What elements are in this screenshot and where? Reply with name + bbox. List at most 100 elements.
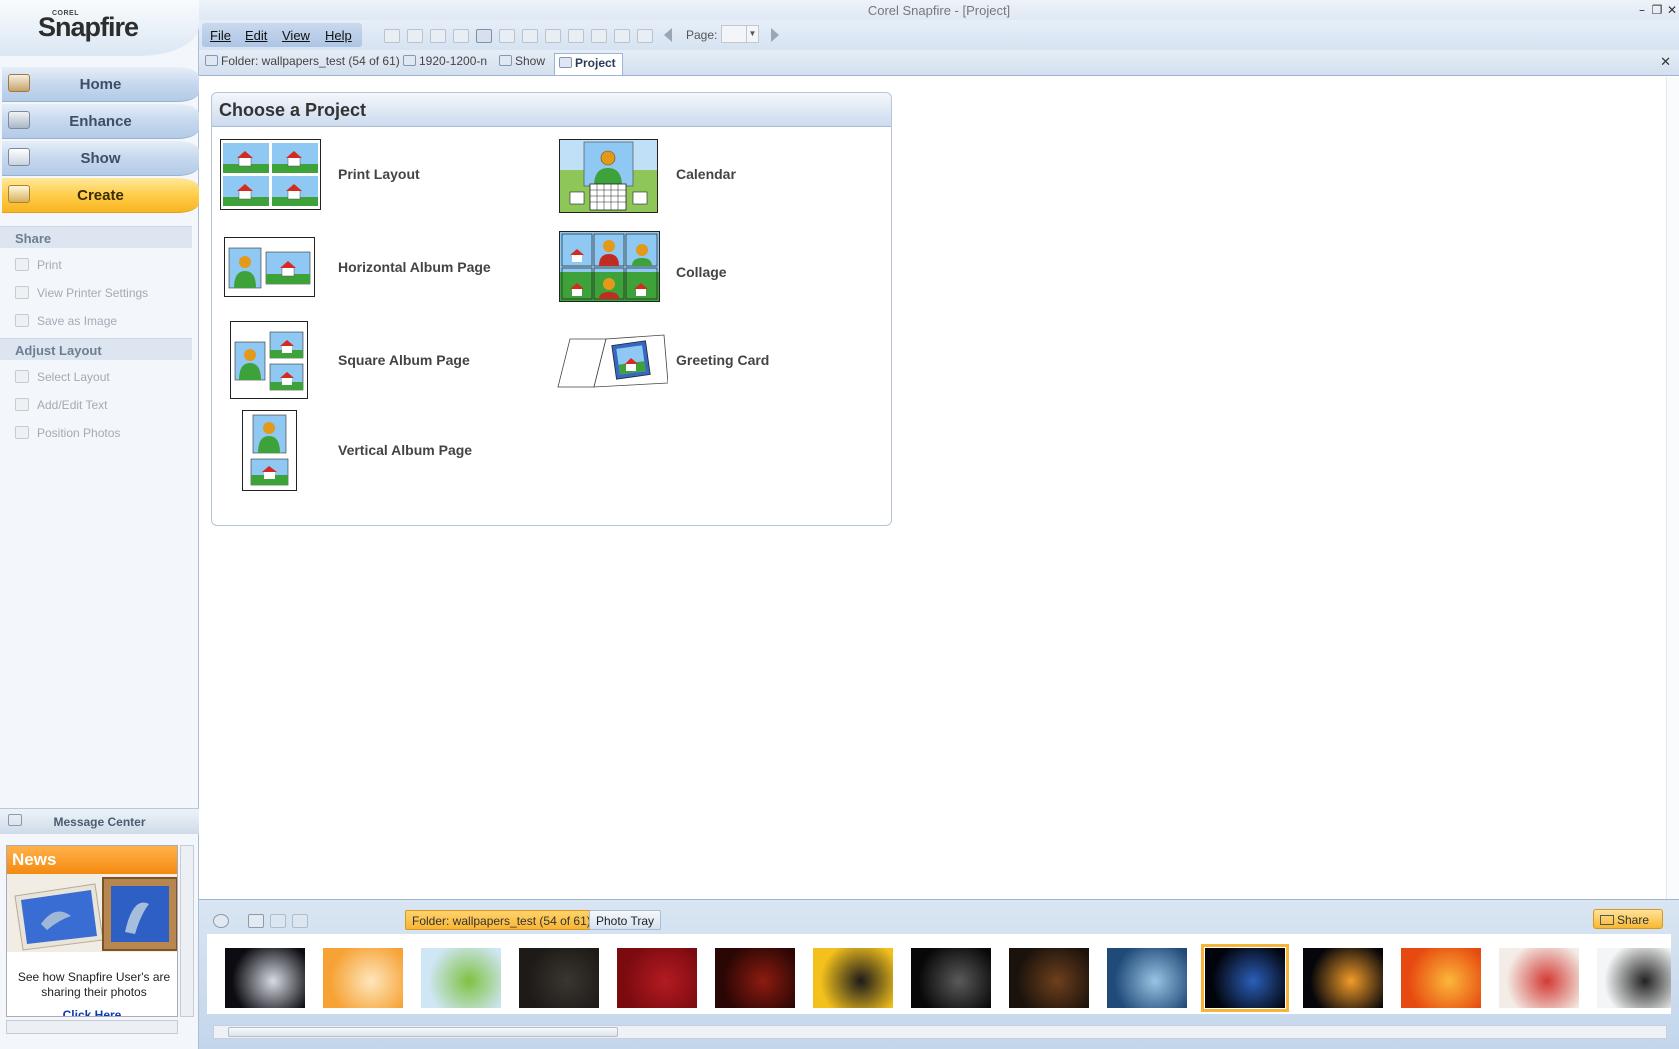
tray-photo-tray-tab[interactable]: Photo Tray <box>589 910 662 930</box>
remove-photo-icon[interactable] <box>568 29 584 43</box>
project-label: Square Album Page <box>338 352 470 368</box>
window-title: Corel Snapfire - [Project] <box>867 3 1011 18</box>
tab-image[interactable]: 1920-1200-n <box>403 54 487 76</box>
tab-label: Show <box>515 54 546 68</box>
photo-thumbnail-yellow-swirl[interactable] <box>813 948 893 1008</box>
photo-thumbnail-mac-os-x[interactable] <box>911 948 991 1008</box>
task-label: Print <box>37 258 62 272</box>
photo-thumbnail-dark-figure[interactable] <box>1009 948 1089 1008</box>
share-toolbar-icon[interactable] <box>384 29 400 43</box>
tray-horizontal-scrollbar[interactable] <box>213 1025 1667 1039</box>
title-bar: Corel Snapfire - [Project] – ❐ ✕ <box>199 0 1679 20</box>
project-greeting-card[interactable]: Greeting Card <box>556 331 856 411</box>
nav-enhance-button[interactable]: Enhance <box>2 104 199 139</box>
menu-help[interactable]: Help <box>325 28 352 43</box>
photo-thumbnail-happy-new-year[interactable] <box>519 948 599 1008</box>
printer-settings-icon <box>15 286 29 299</box>
tray-settings-icon[interactable] <box>213 914 229 928</box>
message-center-label: Message Center <box>53 815 146 829</box>
print-icon <box>15 258 29 271</box>
sidebar: COREL Snapfire Home Enhance Show Create … <box>0 0 199 1049</box>
task-label: Position Photos <box>37 426 121 440</box>
page-select[interactable]: ▼ <box>721 25 759 43</box>
news-vertical-scrollbar[interactable] <box>180 845 194 1017</box>
task-label: Select Layout <box>37 370 110 384</box>
print-task[interactable]: Print <box>15 258 62 276</box>
photo-thumbnail-planet-sunrise[interactable] <box>1303 948 1383 1008</box>
layout-icon[interactable] <box>591 29 607 43</box>
close-window-icon[interactable]: ✕ <box>1665 3 1679 17</box>
minimize-icon[interactable]: – <box>1635 3 1649 17</box>
tab-show[interactable]: Show <box>499 54 545 76</box>
new-project-icon[interactable] <box>476 29 492 43</box>
project-collage[interactable]: Collage <box>559 231 859 311</box>
photo-thumbnail-world-map[interactable] <box>1107 948 1187 1008</box>
photo-thumbnail-orange-spiral[interactable] <box>1401 948 1481 1008</box>
close-tab-icon[interactable]: ✕ <box>1660 54 1671 70</box>
project-print-layout[interactable]: Print Layout <box>220 139 520 219</box>
collage-thumbnail <box>559 231 660 302</box>
select-layout-task[interactable]: Select Layout <box>15 370 110 388</box>
next-page-icon[interactable] <box>771 28 779 42</box>
paste-icon[interactable] <box>522 29 538 43</box>
photo-thumbnail-cartoon-red[interactable] <box>1499 948 1579 1008</box>
undo-icon[interactable] <box>407 29 423 43</box>
add-page-icon[interactable] <box>614 29 630 43</box>
restore-icon[interactable]: ❐ <box>1650 3 1664 17</box>
news-text: See how Snapfire User's are sharing thei… <box>17 970 171 999</box>
nav-home-button[interactable]: Home <box>2 67 199 102</box>
main-vertical-scrollbar[interactable] <box>1666 77 1679 899</box>
project-horizontal-album-page[interactable]: Horizontal Album Page <box>224 237 524 317</box>
copy-icon[interactable] <box>499 29 515 43</box>
position-photos-task[interactable]: Position Photos <box>15 426 120 444</box>
photo-thumbnail-blue-streak[interactable] <box>1201 944 1289 1012</box>
redo-icon[interactable] <box>430 29 446 43</box>
menu-view[interactable]: View <box>282 28 310 43</box>
scrollbar-thumb[interactable] <box>228 1027 618 1037</box>
news-title: News <box>12 850 57 869</box>
photo-thumbnail-orange-fall[interactable] <box>323 948 403 1008</box>
news-header: News <box>7 846 177 874</box>
view-printer-settings-task[interactable]: View Printer Settings <box>15 286 148 304</box>
photo-thumbnail-dell-red[interactable] <box>617 948 697 1008</box>
tray-remove-icon[interactable] <box>270 914 286 928</box>
tray-clear-icon[interactable] <box>292 914 308 928</box>
share-button[interactable]: Share <box>1593 909 1663 929</box>
tab-folder[interactable]: Folder: wallpapers_test (54 of 61) <box>205 54 400 76</box>
news-click-here-link[interactable]: Click Here <box>7 1008 177 1016</box>
tab-label: Folder: wallpapers_test (54 of 61) <box>221 54 400 68</box>
photo-thumbnail-diablo[interactable] <box>715 948 795 1008</box>
tray-folder-tab[interactable]: Folder: wallpapers_test (54 of 61) <box>405 910 598 930</box>
previous-page-icon[interactable] <box>664 28 672 42</box>
position-photos-icon <box>15 426 29 439</box>
add-edit-text-task[interactable]: Add/Edit Text <box>15 398 108 416</box>
greeting-card-thumbnail <box>556 331 669 389</box>
save-as-image-task[interactable]: Save as Image <box>15 314 117 332</box>
project-label: Collage <box>676 264 727 280</box>
adjust-layout-section-title: Adjust Layout <box>15 343 102 358</box>
task-label: View Printer Settings <box>37 286 149 300</box>
delete-icon[interactable] <box>545 29 561 43</box>
photo-thumbnail-panda[interactable] <box>1597 948 1671 1008</box>
project-vertical-album-page[interactable]: Vertical Album Page <box>242 410 542 491</box>
menu-edit[interactable]: Edit <box>245 28 267 43</box>
menu-file[interactable]: File <box>210 28 231 43</box>
tab-project[interactable]: Project <box>554 53 623 75</box>
project-calendar[interactable]: Calendar <box>559 139 859 219</box>
tab-label: Project <box>575 56 616 70</box>
project-square-album-page[interactable]: Square Album Page <box>230 321 530 401</box>
save-icon[interactable] <box>453 29 469 43</box>
photo-thumbnail-witch-moon[interactable] <box>225 948 305 1008</box>
tray-add-icon[interactable] <box>248 914 264 928</box>
news-horizontal-scrollbar[interactable] <box>6 1020 178 1034</box>
message-center-header[interactable]: Message Center <box>0 808 199 834</box>
photo-thumbnail-android[interactable] <box>421 948 501 1008</box>
menu-group: File Edit View Help <box>202 23 362 47</box>
blank-page-icon[interactable] <box>637 29 653 43</box>
nav-label: Enhance <box>69 113 132 130</box>
choose-project-panel: Choose a Project Print Layout Calendar H… <box>211 92 892 526</box>
nav-create-button[interactable]: Create <box>2 178 199 213</box>
nav-show-button[interactable]: Show <box>2 141 199 176</box>
tab-bar: Folder: wallpapers_test (54 of 61) 1920-… <box>199 50 1679 76</box>
nav-label: Show <box>80 150 121 167</box>
